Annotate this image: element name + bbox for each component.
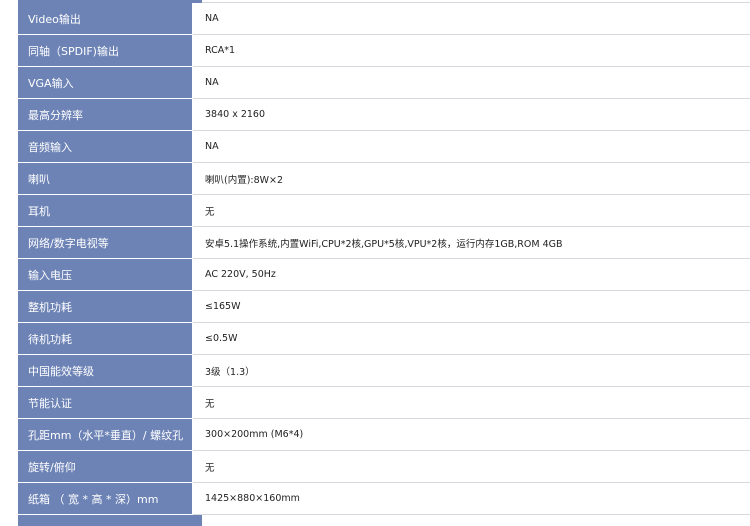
table-row: 孔距mm（水平*垂直）/ 螺纹孔 300×200mm (M6*4) [18,419,750,451]
table-row: 整机功耗 ≤165W [18,291,750,323]
spec-value: 1425×880×160mm [193,483,750,515]
table-row: 音频输入 NA [18,131,750,163]
table-row: 耳机 无 [18,195,750,227]
spec-value: ≤165W [193,291,750,323]
spec-value: RCA*1 [193,35,750,67]
spec-value: 喇叭(内置):8W×2 [193,163,750,195]
spec-label: 旋转/俯仰 [18,451,192,483]
spec-value: 无 [193,387,750,419]
spec-label: 输入电压 [18,259,192,291]
table-row: 网络/数字电视等 安卓5.1操作系统,内置WiFi,CPU*2核,GPU*5核,… [18,227,750,259]
table-row: 中国能效等级 3级（1.3） [18,355,750,387]
table-row: 最高分辨率 3840 x 2160 [18,99,750,131]
table-row: 同轴（SPDIF)输出 RCA*1 [18,35,750,67]
table-row: Video输出 NA [18,3,750,35]
spec-label: Video输出 [18,3,192,35]
table-bottom-edge [18,515,750,526]
spec-label: 中国能效等级 [18,355,192,387]
spec-label: 孔距mm（水平*垂直）/ 螺纹孔 [18,419,192,451]
table-row: 喇叭 喇叭(内置):8W×2 [18,163,750,195]
spec-label: 纸箱 （ 宽 * 高 * 深）mm [18,483,192,515]
table-row: VGA输入 NA [18,67,750,99]
spec-value: ≤0.5W [193,323,750,355]
table-row: 节能认证 无 [18,387,750,419]
spec-label: 整机功耗 [18,291,192,323]
spec-value: 300×200mm (M6*4) [193,419,750,451]
spec-label: VGA输入 [18,67,192,99]
spec-value: NA [193,131,750,163]
spec-label: 网络/数字电视等 [18,227,192,259]
spec-value: 无 [193,451,750,483]
table-row: 待机功耗 ≤0.5W [18,323,750,355]
spec-value: 3级（1.3） [193,355,750,387]
spec-value: AC 220V, 50Hz [193,259,750,291]
table-row: 旋转/俯仰 无 [18,451,750,483]
spec-value: 3840 x 2160 [193,99,750,131]
table-row: 输入电压 AC 220V, 50Hz [18,259,750,291]
spec-table: Video输出 NA 同轴（SPDIF)输出 RCA*1 VGA输入 NA 最高… [18,0,750,526]
spec-value: 无 [193,195,750,227]
spec-value: 安卓5.1操作系统,内置WiFi,CPU*2核,GPU*5核,VPU*2核，运行… [193,227,750,259]
spec-label: 最高分辨率 [18,99,192,131]
spec-label: 节能认证 [18,387,192,419]
table-row: 纸箱 （ 宽 * 高 * 深）mm 1425×880×160mm [18,483,750,515]
spec-value: NA [193,3,750,35]
spec-label: 同轴（SPDIF)输出 [18,35,192,67]
spec-value: NA [193,67,750,99]
spec-label: 待机功耗 [18,323,192,355]
spec-label: 音频输入 [18,131,192,163]
spec-label: 耳机 [18,195,192,227]
spec-label: 喇叭 [18,163,192,195]
